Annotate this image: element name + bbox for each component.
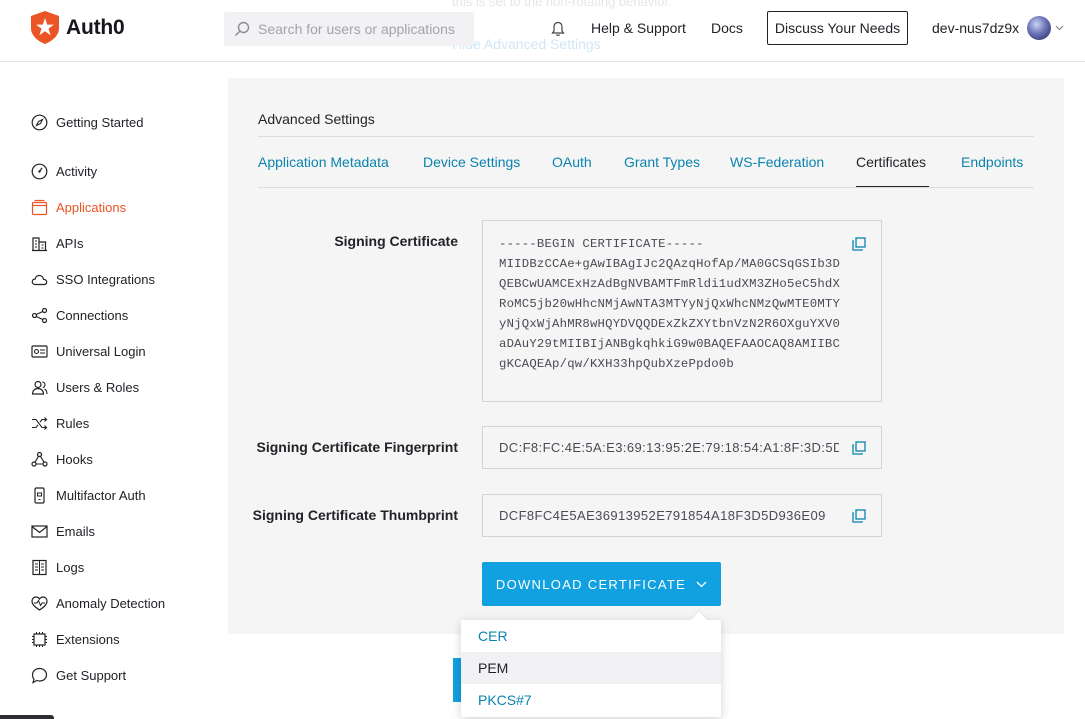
sidebar-item-label: APIs bbox=[56, 235, 84, 251]
help-support-link[interactable]: Help & Support bbox=[591, 20, 686, 36]
sidebar-item-label: Rules bbox=[56, 415, 90, 431]
users-icon bbox=[30, 378, 48, 396]
chat-icon bbox=[30, 666, 48, 684]
activity-icon bbox=[30, 162, 48, 180]
sidebar-item-hooks[interactable]: Hooks bbox=[30, 449, 93, 469]
avatar[interactable] bbox=[1027, 16, 1051, 40]
tenant-name[interactable]: dev-nus7dz9x bbox=[932, 20, 1019, 36]
hooks-icon bbox=[30, 450, 48, 468]
sidebar-item-label: SSO Integrations bbox=[56, 271, 155, 287]
sidebar-item-emails[interactable]: Emails bbox=[30, 521, 95, 541]
heart-shield-icon bbox=[30, 594, 48, 612]
phone-icon bbox=[30, 486, 48, 504]
copy-icon[interactable] bbox=[851, 236, 867, 252]
search-input[interactable] bbox=[258, 21, 458, 37]
menu-item-cer[interactable]: CER bbox=[461, 620, 721, 652]
signing-certificate-value[interactable]: -----BEGIN CERTIFICATE----- MIIDBzCCAe+g… bbox=[499, 234, 841, 374]
sidebar-item-label: Emails bbox=[56, 523, 96, 539]
notification-bell-icon[interactable] bbox=[551, 21, 565, 37]
email-icon bbox=[30, 522, 48, 540]
sidebar-item-label: Universal Login bbox=[56, 343, 146, 359]
apis-icon bbox=[30, 234, 48, 252]
sidebar-item-extensions[interactable]: Extensions bbox=[30, 629, 120, 649]
logs-icon bbox=[30, 558, 48, 576]
sidebar-item-label: Get Support bbox=[56, 667, 127, 683]
thumbprint-label: Signing Certificate Thumbprint bbox=[252, 507, 458, 523]
sidebar-item-users-roles[interactable]: Users & Roles bbox=[30, 377, 139, 397]
sidebar-item-label: Users & Roles bbox=[56, 379, 140, 395]
sidebar-item-connections[interactable]: Connections bbox=[30, 305, 128, 325]
sidebar-item-label: Multifactor Auth bbox=[56, 487, 146, 503]
universal-login-icon bbox=[30, 342, 48, 360]
chip-icon bbox=[30, 630, 48, 648]
top-bar: Auth0 this is set to the non-rotating be… bbox=[0, 0, 1085, 62]
ghost-help-text: this is set to the non-rotating behavior… bbox=[452, 0, 672, 9]
chevron-down-icon[interactable] bbox=[1055, 25, 1064, 31]
hide-advanced-settings-link[interactable]: Hide Advanced Settings bbox=[452, 36, 601, 52]
sidebar-item-label: Getting Started bbox=[56, 114, 144, 130]
sidebar-item-label: Anomaly Detection bbox=[56, 595, 166, 611]
copy-icon[interactable] bbox=[851, 440, 867, 456]
divider bbox=[258, 187, 1034, 188]
auth0-logo[interactable]: Auth0 bbox=[30, 11, 125, 44]
sidebar-item-logs[interactable]: Logs bbox=[30, 557, 84, 577]
sidebar-item-activity[interactable]: Activity bbox=[30, 161, 97, 181]
search-icon bbox=[235, 21, 250, 36]
sidebar-item-label: Hooks bbox=[56, 451, 93, 467]
tab-device-settings[interactable]: Device Settings bbox=[423, 154, 520, 170]
certificate-format-menu: CER PEM PKCS#7 bbox=[461, 611, 721, 717]
sidebar-item-applications[interactable]: Applications bbox=[30, 197, 126, 217]
tab-oauth[interactable]: OAuth bbox=[552, 154, 592, 170]
fingerprint-label: Signing Certificate Fingerprint bbox=[256, 439, 458, 455]
sidebar-item-universal-login[interactable]: Universal Login bbox=[30, 341, 146, 361]
auth0-shield-icon bbox=[31, 11, 59, 44]
thumbprint-field bbox=[482, 494, 882, 537]
discuss-your-needs-button[interactable]: Discuss Your Needs bbox=[767, 11, 908, 45]
menu-item-pem[interactable]: PEM bbox=[461, 652, 721, 684]
download-certificate-button[interactable]: DOWNLOAD CERTIFICATE bbox=[482, 562, 721, 606]
download-certificate-label: DOWNLOAD CERTIFICATE bbox=[495, 576, 687, 592]
sidebar-item-label: Logs bbox=[56, 559, 85, 575]
applications-icon bbox=[30, 198, 48, 216]
compass-icon bbox=[30, 113, 48, 131]
tab-grant-types[interactable]: Grant Types bbox=[624, 154, 700, 170]
brand-name: Auth0 bbox=[66, 15, 125, 39]
sidebar-item-sso-integrations[interactable]: SSO Integrations bbox=[30, 269, 155, 289]
signing-certificate-field[interactable]: -----BEGIN CERTIFICATE----- MIIDBzCCAe+g… bbox=[482, 220, 882, 402]
sidebar-item-anomaly-detection[interactable]: Anomaly Detection bbox=[30, 593, 165, 613]
advanced-settings-title: Advanced Settings bbox=[258, 111, 375, 127]
copy-icon[interactable] bbox=[851, 508, 867, 524]
menu-item-pkcs7[interactable]: PKCS#7 bbox=[461, 684, 721, 716]
sidebar-item-apis[interactable]: APIs bbox=[30, 233, 83, 253]
thumbprint-input[interactable] bbox=[499, 495, 839, 536]
tab-application-metadata[interactable]: Application Metadata bbox=[258, 154, 389, 170]
signing-certificate-label: Signing Certificate bbox=[334, 233, 458, 249]
window-corner bbox=[0, 715, 54, 719]
sidebar-item-multifactor-auth[interactable]: Multifactor Auth bbox=[30, 485, 146, 505]
chevron-down-icon bbox=[696, 581, 707, 587]
fingerprint-input[interactable] bbox=[499, 427, 839, 468]
advanced-settings-tabs: Application Metadata Device Settings OAu… bbox=[258, 137, 1034, 188]
sidebar-item-label: Extensions bbox=[56, 631, 120, 647]
tab-certificates[interactable]: Certificates bbox=[856, 154, 926, 170]
cloud-icon bbox=[30, 270, 48, 288]
search-bar[interactable] bbox=[224, 12, 474, 46]
sidebar-item-getting-started[interactable]: Getting Started bbox=[30, 112, 143, 132]
sidebar-item-label: Activity bbox=[56, 163, 98, 179]
sidebar-item-get-support[interactable]: Get Support bbox=[30, 665, 126, 685]
sidebar-item-rules[interactable]: Rules bbox=[30, 413, 89, 433]
fingerprint-field bbox=[482, 426, 882, 469]
docs-link[interactable]: Docs bbox=[711, 20, 743, 36]
sidebar-item-label: Connections bbox=[56, 307, 129, 323]
connections-icon bbox=[30, 306, 48, 324]
tab-endpoints[interactable]: Endpoints bbox=[961, 154, 1023, 170]
sidebar-item-label: Applications bbox=[56, 199, 127, 215]
tab-ws-federation[interactable]: WS-Federation bbox=[730, 154, 824, 170]
rules-icon bbox=[30, 414, 48, 432]
